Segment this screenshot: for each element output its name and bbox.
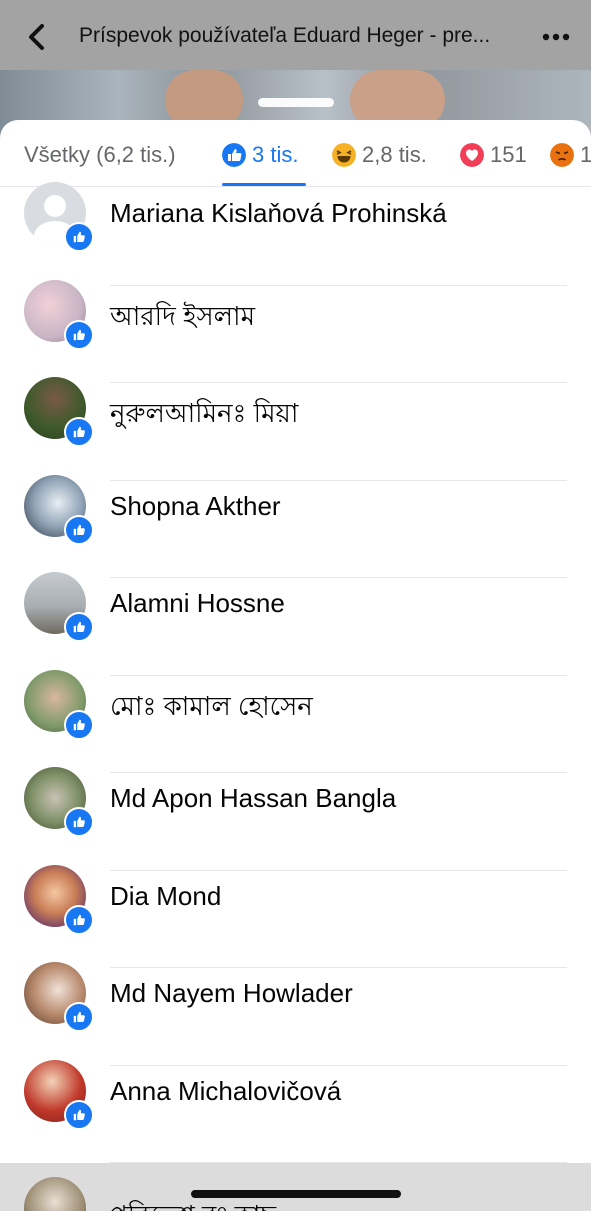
like-badge-icon [64,904,94,935]
like-icon [222,143,246,167]
list-item[interactable]: Md Apon Hassan Bangla [0,767,591,871]
sheet-grabber[interactable] [258,98,334,107]
reactor-name: Alamni Hossne [110,588,285,618]
list-item[interactable]: পরিতেশ রং কাছ [0,1163,591,1211]
active-tab-indicator [222,183,306,186]
like-badge-icon [64,222,94,252]
list-item[interactable]: Mariana Kislaňová Prohinská [0,182,591,286]
reactor-name: নুরুলআমিনঃ মিয়া [110,398,299,428]
tab-angry-label: 1 [580,142,591,167]
angry-icon [550,143,574,167]
like-badge-icon [64,319,94,350]
reactor-name: Anna Michalovičová [110,1075,342,1106]
tab-all-label: Všetky (6,2 tis.) [24,142,176,167]
like-badge-icon [64,807,94,837]
list-item[interactable]: Md Nayem Howlader [0,962,591,1066]
list-item[interactable]: মোঃ কামাল হোসেন [0,669,591,773]
reactor-name: Md Nayem Howlader [110,978,353,1008]
tab-like-label: 3 tis. [252,142,299,167]
haha-icon [332,143,356,167]
like-badge-icon [64,709,94,740]
tab-haha-label: 2,8 tis. [362,142,427,167]
like-badge-icon [64,417,94,447]
chevron-left-icon [29,24,44,50]
reactor-name: Dia Mond [110,880,222,911]
list-item[interactable]: Anna Michalovičová [0,1059,591,1163]
list-item[interactable]: Dia Mond [0,864,591,968]
tab-love-label: 151 [490,142,527,167]
like-badge-icon [64,612,94,642]
reactors-list: Mariana Kislaňová Prohinská আরদি ইসলাম ন… [0,182,591,1211]
avatar [24,1177,86,1211]
reactions-sheet: Všetky (6,2 tis.) 3 tis. 2,8 tis. 151 1 … [0,120,591,1211]
love-icon [460,143,484,167]
list-item[interactable]: নুরুলআমিনঃ মিয়া [0,377,591,481]
list-item[interactable]: Alamni Hossne [0,572,591,676]
more-icon [542,33,570,41]
more-options-button[interactable] [536,22,576,52]
like-badge-icon [64,514,94,545]
like-badge-icon [64,1002,94,1032]
tab-haha[interactable]: 2,8 tis. [332,140,427,170]
reactor-name: Shopna Akther [110,490,281,521]
reactor-name: আরদি ইসলাম [110,300,255,331]
list-item[interactable]: Shopna Akther [0,474,591,578]
reactor-name: Mariana Kislaňová Prohinská [110,198,447,228]
tab-like[interactable]: 3 tis. [222,140,298,170]
tab-love[interactable]: 151 [460,140,527,170]
home-indicator [191,1190,401,1198]
reaction-tabs: Všetky (6,2 tis.) 3 tis. 2,8 tis. 151 1 [0,120,591,187]
like-badge-icon [64,1099,94,1130]
reactor-name: মোঃ কামাল হোসেন [110,690,313,721]
tab-angry[interactable]: 1 [550,140,591,170]
tab-all[interactable]: Všetky (6,2 tis.) [24,140,176,170]
reactor-name: Md Apon Hassan Bangla [110,783,397,813]
back-button[interactable] [20,20,54,54]
list-item[interactable]: আরদি ইসলাম [0,279,591,383]
page-title: Príspevok používateľa Eduard Heger - pre… [79,24,491,47]
top-bar: Príspevok používateľa Eduard Heger - pre… [0,0,591,70]
